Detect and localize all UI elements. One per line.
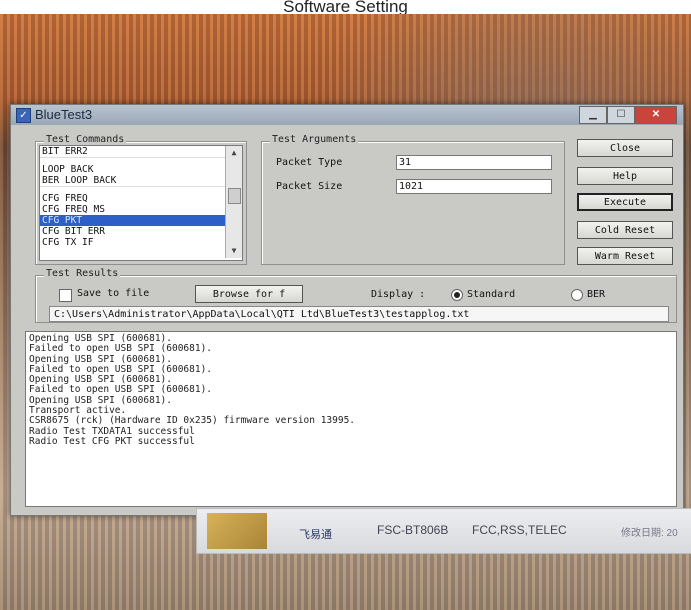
scroll-down-icon[interactable]: ▼: [226, 244, 242, 258]
taskbar-file-label: 飞易通 FSC-BT806B FCC,RSS,TELEC 修改日期: 20: [196, 508, 691, 554]
test-results-label: Test Results: [44, 268, 121, 279]
title-bar[interactable]: ✓ BlueTest3 ▁ ☐ ✕: [11, 105, 683, 125]
commands-listbox[interactable]: BIT ERR2 LOOP BACK BER LOOP BACK CFG FRE…: [39, 145, 243, 261]
date-fragment: 修改日期: 20: [621, 528, 678, 539]
packet-size-input[interactable]: [396, 179, 552, 194]
model-name: FSC-BT806B: [377, 523, 449, 537]
commands-scrollbar[interactable]: ▲ ▼: [225, 146, 242, 258]
ber-radio[interactable]: [571, 289, 583, 301]
app-icon: ✓: [16, 108, 31, 123]
list-item-selected[interactable]: CFG PKT: [40, 215, 242, 226]
close-window-button[interactable]: ✕: [635, 106, 677, 124]
cold-reset-button[interactable]: Cold Reset: [577, 221, 673, 239]
ber-label: BER: [587, 289, 606, 300]
standard-label: Standard: [467, 289, 516, 300]
list-item[interactable]: CFG FREQ MS: [40, 204, 242, 215]
display-label: Display :: [371, 289, 426, 300]
packet-type-label: Packet Type: [276, 157, 343, 168]
test-arguments-label: Test Arguments: [270, 134, 359, 145]
log-output[interactable]: Opening USB SPI (600681). Failed to open …: [25, 331, 677, 507]
window-title: BlueTest3: [35, 107, 93, 122]
list-item[interactable]: BER LOOP BACK: [40, 175, 242, 186]
log-file-path-field[interactable]: C:\Users\Administrator\AppData\Local\QTI…: [49, 306, 669, 322]
save-to-file-label: Save to file: [77, 288, 150, 299]
help-button[interactable]: Help: [577, 167, 673, 185]
standard-radio[interactable]: [451, 289, 463, 301]
scroll-thumb[interactable]: [228, 188, 241, 204]
test-commands-label: Test Commands: [44, 134, 127, 145]
log-line: Opening USB SPI (600681).: [29, 394, 172, 406]
browse-button[interactable]: Browse for f: [195, 285, 303, 303]
warm-reset-button[interactable]: Warm Reset: [577, 247, 673, 265]
close-button[interactable]: Close: [577, 139, 673, 157]
certifications: FCC,RSS,TELEC: [472, 523, 567, 537]
list-item[interactable]: BIT ERR2: [40, 146, 242, 157]
list-item[interactable]: CFG FREQ: [40, 193, 242, 204]
bluetest3-window: ✓ BlueTest3 ▁ ☐ ✕ Test Commands BIT ERR2…: [10, 104, 684, 516]
list-item[interactable]: CFG TX IF: [40, 237, 242, 248]
scroll-up-icon[interactable]: ▲: [226, 146, 242, 160]
execute-button[interactable]: Execute: [577, 193, 673, 211]
save-to-file-checkbox[interactable]: [59, 289, 72, 302]
minimize-button[interactable]: ▁: [579, 106, 607, 124]
list-item[interactable]: LOOP BACK: [40, 164, 242, 175]
packet-type-input[interactable]: [396, 155, 552, 170]
folder-icon: [207, 513, 267, 549]
packet-size-label: Packet Size: [276, 181, 343, 192]
maximize-button[interactable]: ☐: [607, 106, 635, 124]
list-item[interactable]: CFG BIT ERR: [40, 226, 242, 237]
app-chinese-name: 飞易通: [299, 529, 332, 541]
log-line: Radio Test CFG PKT successful: [29, 435, 195, 447]
